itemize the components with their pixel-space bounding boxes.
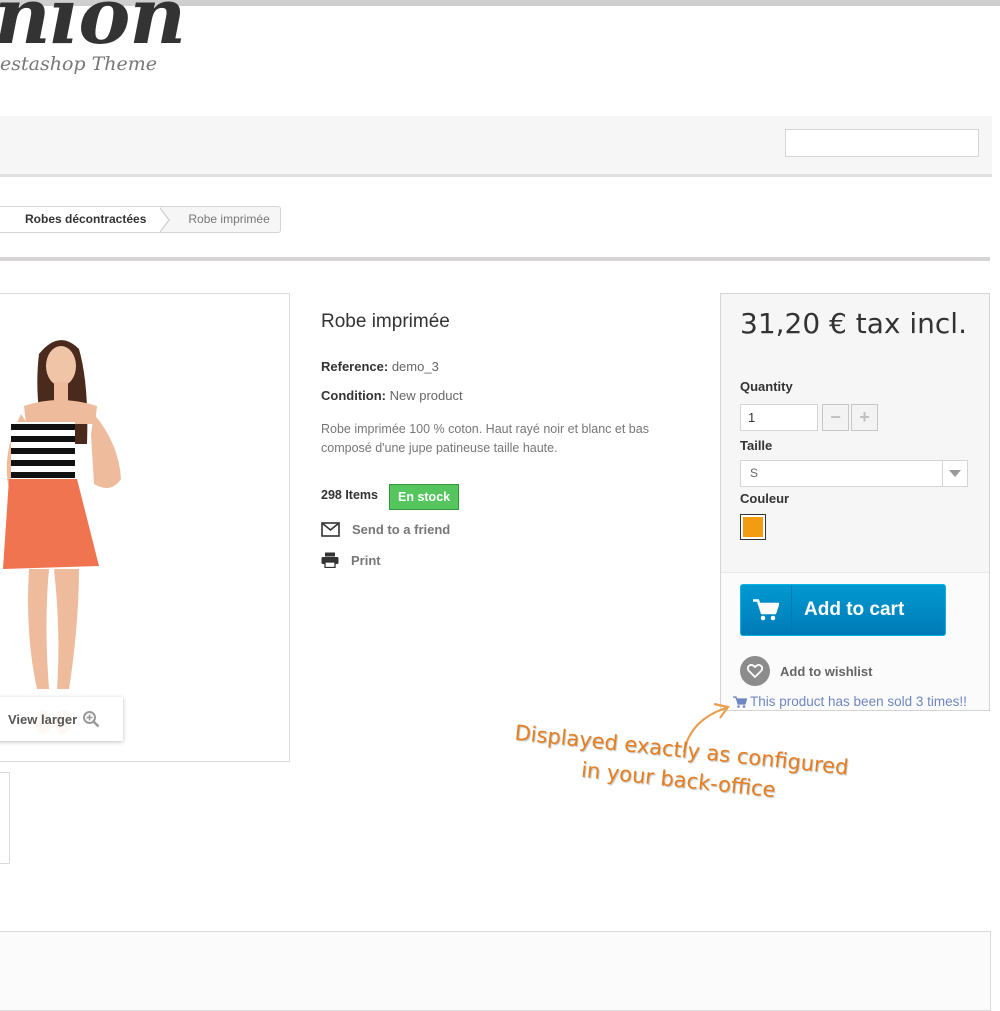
- breadcrumb-item-current: Robe imprimée: [170, 207, 280, 232]
- wishlist-label: Add to wishlist: [780, 663, 873, 679]
- sold-count-text: This product has been sold 3 times!!: [750, 694, 967, 709]
- stock-status-badge: En stock: [389, 484, 460, 510]
- add-to-cart-label: Add to cart: [804, 599, 905, 620]
- view-larger-button[interactable]: View larger: [0, 697, 123, 741]
- shop-logo[interactable]: nion: [0, 0, 186, 56]
- color-swatch-orange[interactable]: [740, 514, 766, 540]
- condition-label: Condition:: [321, 388, 386, 403]
- reference-line: Reference: demo_3: [321, 359, 439, 374]
- sold-count-notice: This product has been sold 3 times!!: [733, 694, 967, 709]
- reference-value: demo_3: [391, 359, 439, 374]
- color-label: Couleur: [740, 491, 790, 506]
- buy-box: 31,20 € tax incl. Quantity 1 − + Taille …: [720, 293, 990, 711]
- shopping-cart-icon: [741, 585, 792, 635]
- size-label: Taille: [740, 438, 773, 453]
- reference-label: Reference:: [321, 359, 389, 374]
- add-to-cart-button[interactable]: Add to cart: [740, 584, 946, 636]
- product-title: Robe imprimée: [321, 311, 450, 332]
- logo-subtitle: estashop Theme: [0, 53, 158, 75]
- quantity-input[interactable]: 1: [740, 404, 818, 431]
- condition-value: New product: [389, 388, 463, 403]
- heart-icon: [740, 656, 770, 686]
- quantity-label: Quantity: [740, 379, 793, 394]
- price-zone: 31,20 € tax incl.: [721, 294, 989, 363]
- quantity-plus-button[interactable]: +: [851, 404, 878, 431]
- chevron-down-icon: [942, 461, 967, 486]
- search-input[interactable]: [785, 129, 979, 157]
- top-navigation-bar: [0, 116, 992, 177]
- add-to-wishlist-link[interactable]: Add to wishlist: [740, 656, 872, 686]
- printer-icon: [321, 552, 339, 568]
- size-select[interactable]: S: [740, 460, 968, 487]
- product-photo: [3, 340, 121, 734]
- breadcrumb: Robes décontractées Robe imprimée: [0, 206, 281, 233]
- product-image[interactable]: [0, 293, 290, 762]
- view-larger-label: View larger: [8, 711, 78, 727]
- zoom-in-icon: [83, 711, 100, 728]
- send-to-friend-link[interactable]: Send to a friend: [321, 522, 450, 537]
- condition-line: Condition: New product: [321, 388, 463, 403]
- items-count: 298 Items: [321, 488, 378, 502]
- product-price: 31,20 € tax incl.: [740, 307, 967, 340]
- product-thumbnail[interactable]: [0, 772, 10, 864]
- print-link[interactable]: Print: [321, 552, 381, 568]
- product-description: Robe imprimée 100 % coton. Haut rayé noi…: [321, 422, 649, 455]
- envelope-icon: [321, 522, 340, 537]
- breadcrumb-item-category[interactable]: Robes décontractées: [0, 207, 161, 232]
- bottom-panel: [0, 931, 991, 1011]
- print-label: Print: [351, 552, 381, 568]
- send-to-friend-label: Send to a friend: [352, 522, 451, 537]
- size-selected-value: S: [750, 466, 759, 480]
- quantity-minus-button[interactable]: −: [822, 404, 849, 431]
- section-divider: [0, 257, 990, 261]
- breadcrumb-separator: [159, 207, 171, 232]
